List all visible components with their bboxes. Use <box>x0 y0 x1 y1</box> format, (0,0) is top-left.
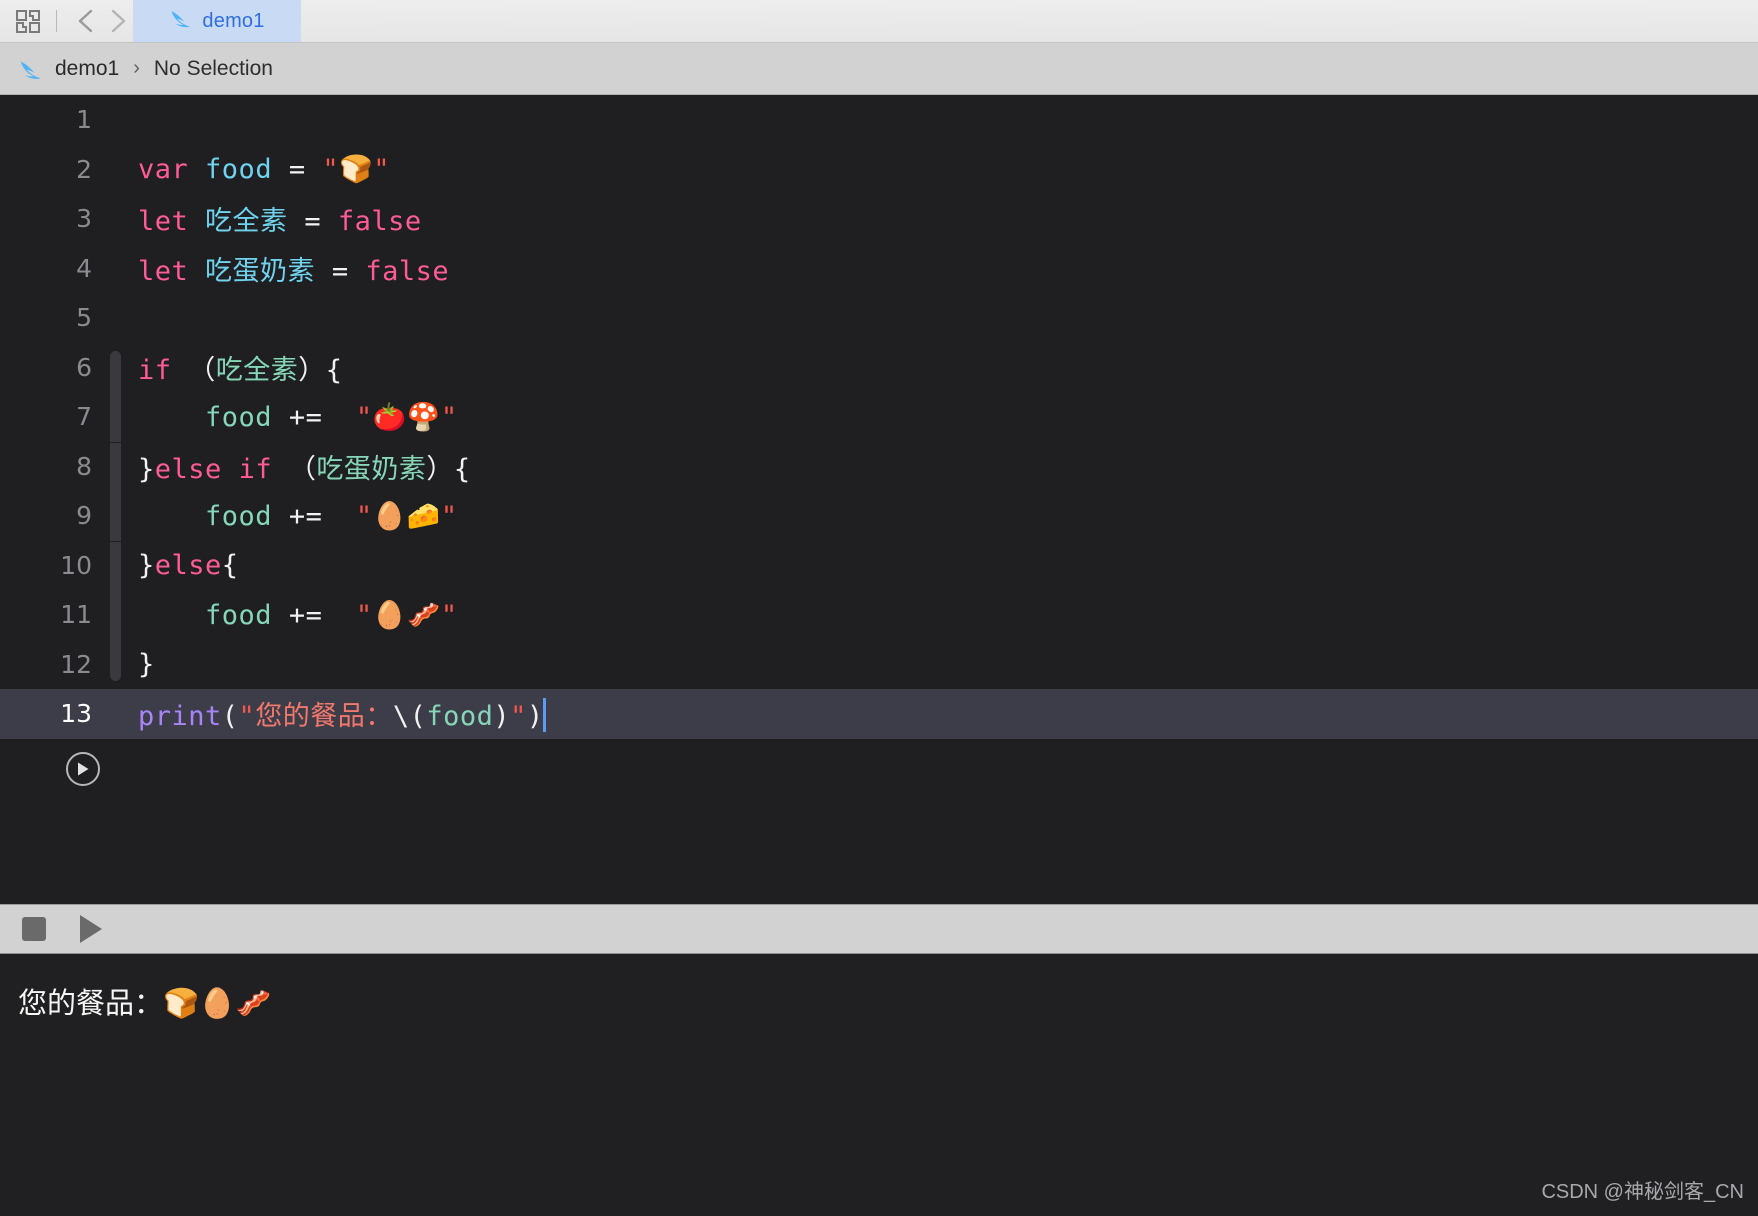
fold-ribbon-slot <box>104 145 120 195</box>
code-line-5[interactable]: 5 <box>0 293 1758 343</box>
line-number: 10 <box>60 550 92 580</box>
fold-ribbon-slot <box>104 244 120 294</box>
code-line-text: } <box>138 648 155 680</box>
code-line-1[interactable]: 1 <box>0 95 1758 145</box>
breadcrumb-item-selection[interactable]: No Selection <box>154 57 273 81</box>
breadcrumb-item-project[interactable]: demo1 <box>55 57 119 81</box>
tab-bar: demo1 <box>0 0 1758 43</box>
line-number: 12 <box>60 649 92 679</box>
editor-tab-label: demo1 <box>202 9 265 32</box>
code-line-text: }else{ <box>138 549 239 581</box>
swift-file-icon <box>169 7 193 35</box>
fold-ribbon-slot <box>104 640 120 690</box>
code-line-8[interactable]: 8 }else if （吃蛋奶素）{ <box>0 442 1758 492</box>
fold-ribbon-slot <box>104 590 120 640</box>
console-output[interactable]: 您的餐品：🍞🥚🥓 CSDN @神秘剑客_CN <box>0 954 1758 1216</box>
swift-file-icon <box>18 57 44 81</box>
code-line-2[interactable]: 2 var food = "🍞" <box>0 145 1758 195</box>
console-toolbar <box>0 904 1758 954</box>
chevron-right-icon[interactable] <box>103 6 133 36</box>
toolbar-divider <box>56 10 57 32</box>
code-line-text: food += "🥚🥓" <box>205 599 458 631</box>
code-line-3[interactable]: 3 let 吃全素 = false <box>0 194 1758 244</box>
code-line-text: print("您的餐品：\(food)") <box>120 694 546 733</box>
fold-ribbon-slot <box>104 442 120 492</box>
text-caret <box>542 698 546 733</box>
code-editor[interactable]: 1 2 var food = "🍞" 3 let 吃全素 = false 4 let 吃蛋奶… <box>0 95 1758 904</box>
code-line-6[interactable]: 6 if （吃全素）{ <box>0 343 1758 393</box>
watermark: CSDN @神秘剑客_CN <box>1541 1181 1744 1203</box>
fold-ribbon-slot <box>104 541 120 591</box>
line-number: 8 <box>76 451 92 481</box>
code-line-text: var food = "🍞" <box>138 154 391 186</box>
code-line-4[interactable]: 4 let 吃蛋奶素 = false <box>0 244 1758 294</box>
breadcrumb: demo1 › No Selection <box>0 43 1758 95</box>
line-number: 3 <box>76 204 92 234</box>
tab-bar-controls <box>0 0 133 42</box>
fold-ribbon-slot <box>104 689 120 739</box>
fold-ribbon-slot <box>104 491 120 541</box>
inline-run-row <box>0 739 1758 799</box>
code-line-7[interactable]: 7 food += "🍅🍄" <box>0 392 1758 442</box>
chevron-left-icon[interactable] <box>71 6 101 36</box>
code-line-text: if （吃全素）{ <box>138 354 343 386</box>
fold-ribbon-slot <box>104 95 120 145</box>
line-number: 7 <box>76 402 92 432</box>
grid-view-icon[interactable] <box>14 8 42 34</box>
line-number: 2 <box>76 154 92 184</box>
code-line-text: let 吃全素 = false <box>138 206 422 238</box>
line-number: 4 <box>76 253 92 283</box>
editor-tab-demo1[interactable]: demo1 <box>133 0 301 42</box>
line-number: 5 <box>76 303 92 333</box>
code-line-11[interactable]: 11 food += "🥚🥓" <box>0 590 1758 640</box>
code-line-13[interactable]: 13 print("您的餐品：\(food)") <box>0 689 1758 739</box>
code-line-text: }else if （吃蛋奶素）{ <box>138 453 471 485</box>
fold-segment-divider <box>110 441 121 443</box>
console-output-line: 您的餐品：🍞🥚🥓 <box>18 988 272 1020</box>
code-line-text: food += "🥚🧀" <box>205 500 458 532</box>
fold-segment-divider <box>110 540 121 542</box>
line-number: 11 <box>60 600 92 630</box>
fold-ribbon-slot <box>104 293 120 343</box>
line-number: 1 <box>76 105 92 135</box>
code-line-10[interactable]: 10 }else{ <box>0 541 1758 591</box>
code-lines: 1 2 var food = "🍞" 3 let 吃全素 = false 4 let 吃蛋奶… <box>0 95 1758 739</box>
play-circle-icon[interactable] <box>66 751 100 786</box>
fold-ribbon-slot <box>104 194 120 244</box>
stop-button[interactable] <box>22 917 46 941</box>
code-line-text: food += "🍅🍄" <box>205 401 458 433</box>
line-number: 13 <box>60 699 92 729</box>
code-line-text: let 吃蛋奶素 = false <box>138 255 450 287</box>
fold-ribbon-slot <box>104 392 120 442</box>
breadcrumb-separator-icon: › <box>133 57 140 79</box>
line-number: 9 <box>76 501 92 531</box>
code-line-9[interactable]: 9 food += "🥚🧀" <box>0 491 1758 541</box>
line-number: 6 <box>76 352 92 382</box>
code-line-12[interactable]: 12} <box>0 640 1758 690</box>
xcode-window: demo1 demo1 › No Selection 1 2 var food = … <box>0 0 1758 1216</box>
run-button[interactable] <box>80 915 102 943</box>
fold-ribbon-slot <box>104 343 120 393</box>
